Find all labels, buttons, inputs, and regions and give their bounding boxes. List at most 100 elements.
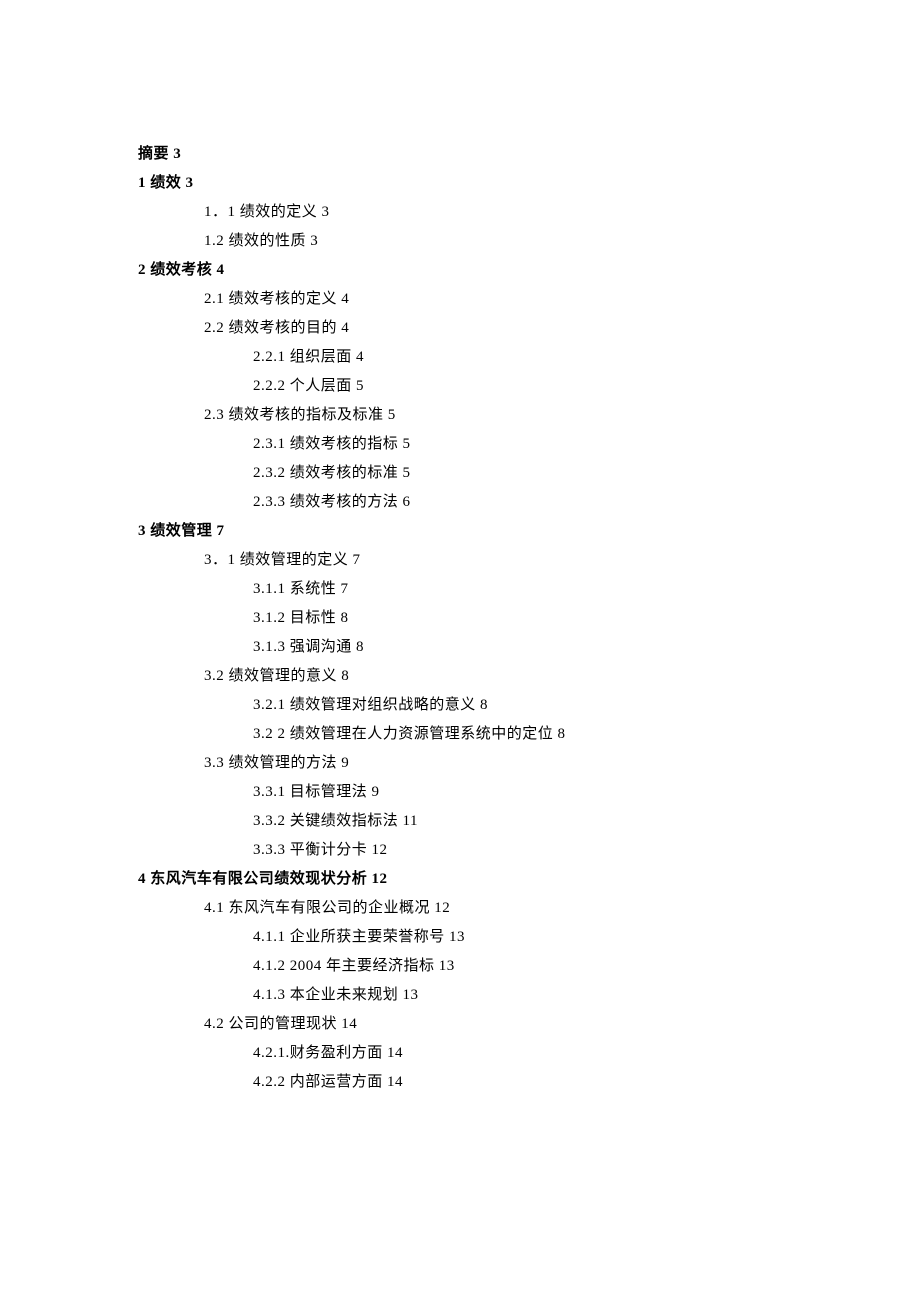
- toc-entry: 3 绩效管理 7: [138, 517, 820, 546]
- toc-page: 7: [353, 552, 361, 568]
- toc-entry: 2.2.2 个人层面 5: [253, 372, 820, 401]
- toc-page: 8: [558, 726, 566, 742]
- toc-label: 2.2 绩效考核的目的: [204, 320, 337, 336]
- toc-entry: 3.3 绩效管理的方法 9: [204, 749, 820, 778]
- toc-label: 4 东风汽车有限公司绩效现状分析: [138, 871, 367, 887]
- toc-entry: 4.2.2 内部运营方面 14: [253, 1068, 820, 1097]
- toc-label: 4.2.2 内部运营方面: [253, 1074, 383, 1090]
- toc-page: 3: [322, 204, 330, 220]
- toc-label: 4.1 东风汽车有限公司的企业概况: [204, 900, 430, 916]
- toc-label: 2.3 绩效考核的指标及标准: [204, 407, 384, 423]
- toc-entry: 3.2 2 绩效管理在人力资源管理系统中的定位 8: [253, 720, 820, 749]
- toc-page: 5: [403, 465, 411, 481]
- toc-label: 3.3.1 目标管理法: [253, 784, 367, 800]
- toc-entry: 2 绩效考核 4: [138, 256, 820, 285]
- toc-entry: 3.3.1 目标管理法 9: [253, 778, 820, 807]
- toc-label: 3.2 2 绩效管理在人力资源管理系统中的定位: [253, 726, 553, 742]
- toc-page: 7: [341, 581, 349, 597]
- toc-label: 4.1.2 2004 年主要经济指标: [253, 958, 435, 974]
- toc-page: 5: [356, 378, 364, 394]
- toc-entry: 4.2 公司的管理现状 14: [204, 1010, 820, 1039]
- toc-label: 2.3.2 绩效考核的标准: [253, 465, 398, 481]
- toc-entry: 2.3.2 绩效考核的标准 5: [253, 459, 820, 488]
- toc-label: 2.2.2 个人层面: [253, 378, 352, 394]
- toc-entry: 4.2.1.财务盈利方面 14: [253, 1039, 820, 1068]
- toc-entry: 2.3.1 绩效考核的指标 5: [253, 430, 820, 459]
- toc-entry: 3.1.3 强调沟通 8: [253, 633, 820, 662]
- toc-label: 1 绩效: [138, 175, 181, 191]
- toc-page: 8: [341, 668, 349, 684]
- toc-label: 3.1.1 系统性: [253, 581, 336, 597]
- toc-label: 4.2.1.财务盈利方面: [253, 1045, 383, 1061]
- toc-entry: 摘要 3: [138, 140, 820, 169]
- toc-page: 14: [341, 1016, 357, 1032]
- toc-page: 4: [217, 262, 225, 278]
- toc-label: 3.3 绩效管理的方法: [204, 755, 337, 771]
- toc-page: 12: [434, 900, 450, 916]
- toc-page: 4: [356, 349, 364, 365]
- toc-page: 7: [217, 523, 225, 539]
- toc-entry: 4.1.2 2004 年主要经济指标 13: [253, 952, 820, 981]
- toc-label: 3.3.3 平衡计分卡: [253, 842, 367, 858]
- toc-label: 4.1.3 本企业未来规划: [253, 987, 398, 1003]
- toc-entry: 4.1.1 企业所获主要荣誉称号 13: [253, 923, 820, 952]
- toc-page: 14: [387, 1045, 403, 1061]
- toc-page: 4: [341, 320, 349, 336]
- toc-entry: 4 东风汽车有限公司绩效现状分析 12: [138, 865, 820, 894]
- toc-label: 3.3.2 关键绩效指标法: [253, 813, 398, 829]
- toc-page: 5: [388, 407, 396, 423]
- toc-entry: 3.1.1 系统性 7: [253, 575, 820, 604]
- toc-page: 14: [387, 1074, 403, 1090]
- toc-label: 1.2 绩效的性质: [204, 233, 306, 249]
- table-of-contents: 摘要 31 绩效 31．1 绩效的定义 31.2 绩效的性质 32 绩效考核 4…: [138, 140, 820, 1097]
- toc-label: 3.1.2 目标性: [253, 610, 336, 626]
- toc-page: 8: [341, 610, 349, 626]
- toc-label: 2.3.3 绩效考核的方法: [253, 494, 398, 510]
- toc-entry: 3.2.1 绩效管理对组织战略的意义 8: [253, 691, 820, 720]
- toc-label: 2.1 绩效考核的定义: [204, 291, 337, 307]
- toc-label: 3．1 绩效管理的定义: [204, 552, 348, 568]
- toc-page: 9: [341, 755, 349, 771]
- toc-entry: 4.1 东风汽车有限公司的企业概况 12: [204, 894, 820, 923]
- toc-page: 3: [310, 233, 318, 249]
- toc-page: 3: [186, 175, 194, 191]
- toc-label: 3.1.3 强调沟通: [253, 639, 352, 655]
- toc-page: 13: [403, 987, 419, 1003]
- toc-page: 13: [449, 929, 465, 945]
- toc-page: 12: [372, 871, 388, 887]
- toc-entry: 4.1.3 本企业未来规划 13: [253, 981, 820, 1010]
- toc-label: 2 绩效考核: [138, 262, 212, 278]
- toc-label: 3.2 绩效管理的意义: [204, 668, 337, 684]
- toc-label: 摘要: [138, 146, 169, 162]
- toc-label: 3 绩效管理: [138, 523, 212, 539]
- toc-entry: 3.3.3 平衡计分卡 12: [253, 836, 820, 865]
- toc-page: 5: [403, 436, 411, 452]
- toc-entry: 3.2 绩效管理的意义 8: [204, 662, 820, 691]
- toc-page: 13: [439, 958, 455, 974]
- toc-entry: 1 绩效 3: [138, 169, 820, 198]
- toc-page: 11: [403, 813, 418, 829]
- toc-entry: 3.3.2 关键绩效指标法 11: [253, 807, 820, 836]
- toc-label: 2.3.1 绩效考核的指标: [253, 436, 398, 452]
- toc-entry: 2.3.3 绩效考核的方法 6: [253, 488, 820, 517]
- toc-entry: 3．1 绩效管理的定义 7: [204, 546, 820, 575]
- toc-entry: 3.1.2 目标性 8: [253, 604, 820, 633]
- toc-entry: 2.3 绩效考核的指标及标准 5: [204, 401, 820, 430]
- toc-label: 4.2 公司的管理现状: [204, 1016, 337, 1032]
- toc-page: 8: [480, 697, 488, 713]
- toc-label: 4.1.1 企业所获主要荣誉称号: [253, 929, 445, 945]
- toc-entry: 1.2 绩效的性质 3: [204, 227, 820, 256]
- toc-page: 12: [372, 842, 388, 858]
- toc-label: 3.2.1 绩效管理对组织战略的意义: [253, 697, 476, 713]
- toc-page: 3: [173, 146, 181, 162]
- toc-page: 6: [403, 494, 411, 510]
- toc-entry: 1．1 绩效的定义 3: [204, 198, 820, 227]
- toc-page: 9: [372, 784, 380, 800]
- toc-entry: 2.1 绩效考核的定义 4: [204, 285, 820, 314]
- toc-page: 4: [341, 291, 349, 307]
- toc-entry: 2.2 绩效考核的目的 4: [204, 314, 820, 343]
- toc-page: 8: [356, 639, 364, 655]
- toc-label: 1．1 绩效的定义: [204, 204, 317, 220]
- toc-label: 2.2.1 组织层面: [253, 349, 352, 365]
- toc-entry: 2.2.1 组织层面 4: [253, 343, 820, 372]
